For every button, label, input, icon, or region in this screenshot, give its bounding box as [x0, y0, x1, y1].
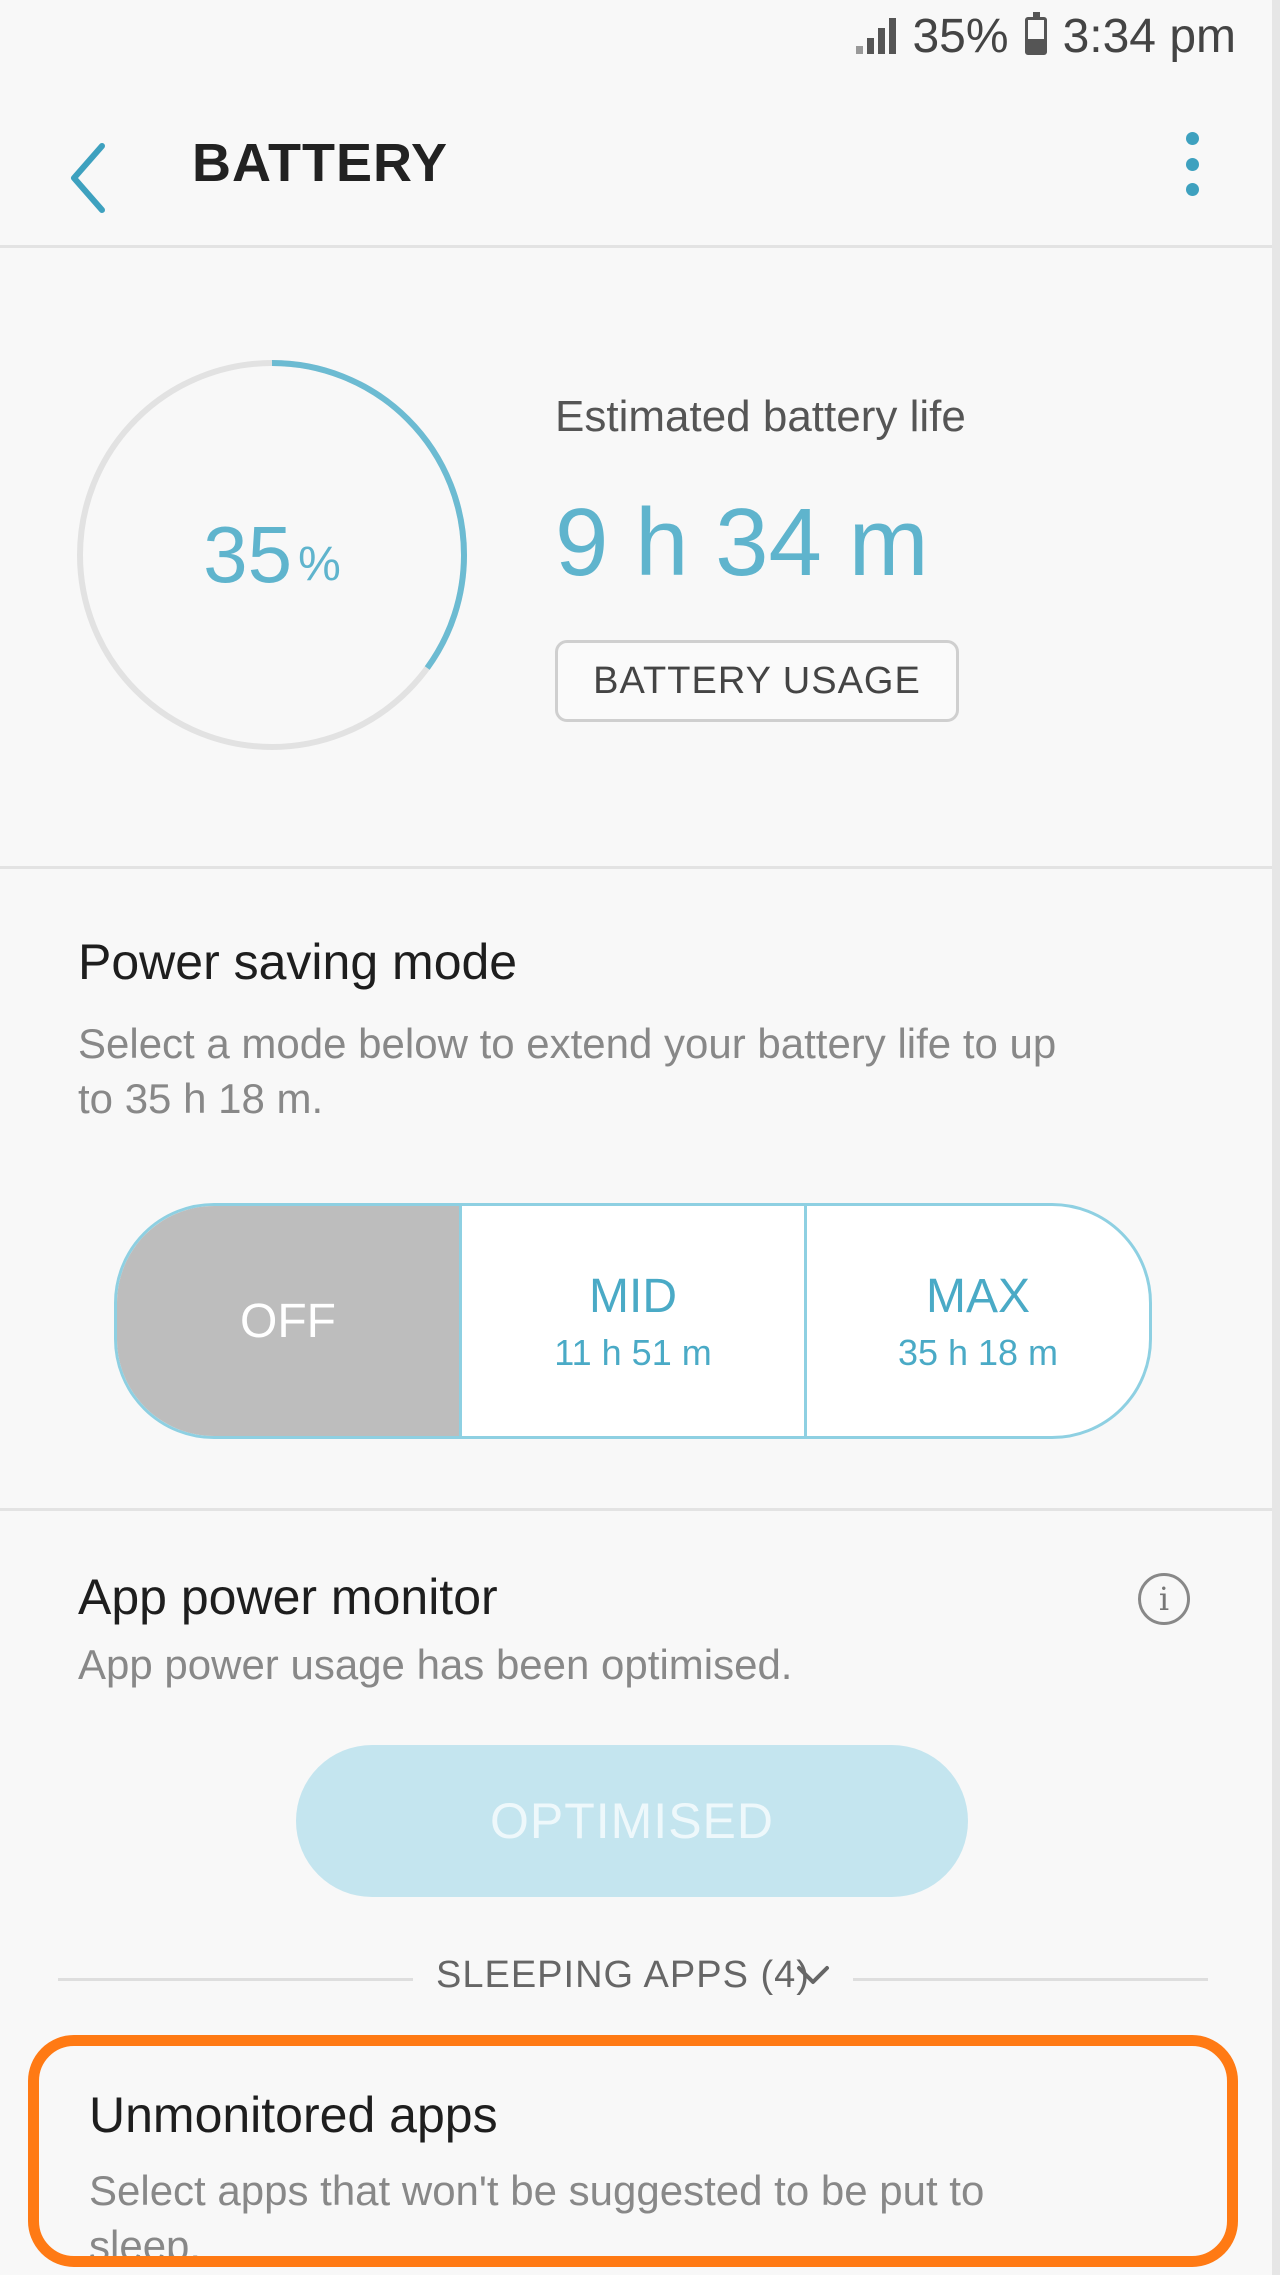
battery-level-number: 35 — [203, 510, 293, 599]
info-icon[interactable]: i — [1138, 1573, 1190, 1625]
mode-option-mid[interactable]: MID 11 h 51 m — [459, 1206, 804, 1436]
mode-option-off[interactable]: OFF — [117, 1206, 459, 1436]
header-divider — [0, 245, 1272, 248]
unmonitored-apps-title: Unmonitored apps — [89, 2087, 498, 2143]
status-bar: 35% 3:34 pm — [856, 0, 1236, 72]
estimated-life-value: 9 h 34 m — [555, 489, 929, 596]
estimated-life-label: Estimated battery life — [555, 392, 966, 441]
sleeping-apps-rule-left — [58, 1978, 413, 1981]
power-saving-description: Select a mode below to extend your batte… — [78, 1016, 1056, 1126]
power-saving-description-line: Select a mode below to extend your batte… — [78, 1020, 1057, 1067]
power-mode-selector: OFF MID 11 h 51 m MAX 35 h 18 m — [114, 1203, 1152, 1439]
unmonitored-apps-item[interactable]: Unmonitored apps Select apps that won't … — [28, 2035, 1238, 2267]
signal-icon — [856, 18, 897, 54]
power-saving-description-line: to 35 h 18 m. — [78, 1075, 324, 1122]
mode-time: 11 h 51 m — [554, 1331, 712, 1373]
mode-option-max[interactable]: MAX 35 h 18 m — [804, 1206, 1149, 1436]
mode-label: OFF — [240, 1294, 336, 1348]
battery-level-unit: % — [298, 537, 341, 591]
chevron-down-icon — [797, 1966, 829, 1984]
app-power-monitor-title: App power monitor — [78, 1569, 498, 1625]
summary-divider — [0, 866, 1272, 869]
chevron-left-icon[interactable] — [62, 138, 118, 218]
page-title: BATTERY — [192, 133, 448, 193]
battery-settings-screen: 35% 3:34 pm BATTERY 35 % Estimated batte… — [0, 0, 1272, 2275]
battery-level-label: 35 % — [72, 355, 472, 755]
sleeping-apps-rule-right — [853, 1978, 1208, 1981]
battery-icon — [1024, 12, 1047, 55]
mode-time: 35 h 18 m — [897, 1331, 1059, 1373]
status-time: 3:34 pm — [1062, 9, 1236, 63]
app-bar: BATTERY — [0, 100, 1272, 250]
screen-edge — [1272, 0, 1280, 2275]
battery-usage-button[interactable]: BATTERY USAGE — [555, 640, 959, 722]
status-battery-percent: 35% — [912, 9, 1009, 63]
unmonitored-apps-description-line: sleep. — [89, 2222, 202, 2267]
more-vertical-icon[interactable] — [1180, 132, 1204, 196]
sleeping-apps-label: SLEEPING APPS (4) — [436, 1954, 810, 1996]
power-saving-title: Power saving mode — [78, 934, 518, 990]
optimised-button[interactable]: OPTIMISED — [296, 1745, 968, 1897]
mode-label: MAX — [925, 1269, 1030, 1323]
app-power-monitor-description: App power usage has been optimised. — [78, 1641, 793, 1688]
unmonitored-apps-description-line: Select apps that won't be suggested to b… — [89, 2167, 985, 2214]
sleeping-apps-toggle[interactable]: SLEEPING APPS (4) — [58, 1950, 1208, 2010]
unmonitored-apps-description: Select apps that won't be suggested to b… — [89, 2163, 1189, 2267]
power-saving-divider — [0, 1508, 1272, 1511]
mode-label: MID — [589, 1269, 677, 1323]
